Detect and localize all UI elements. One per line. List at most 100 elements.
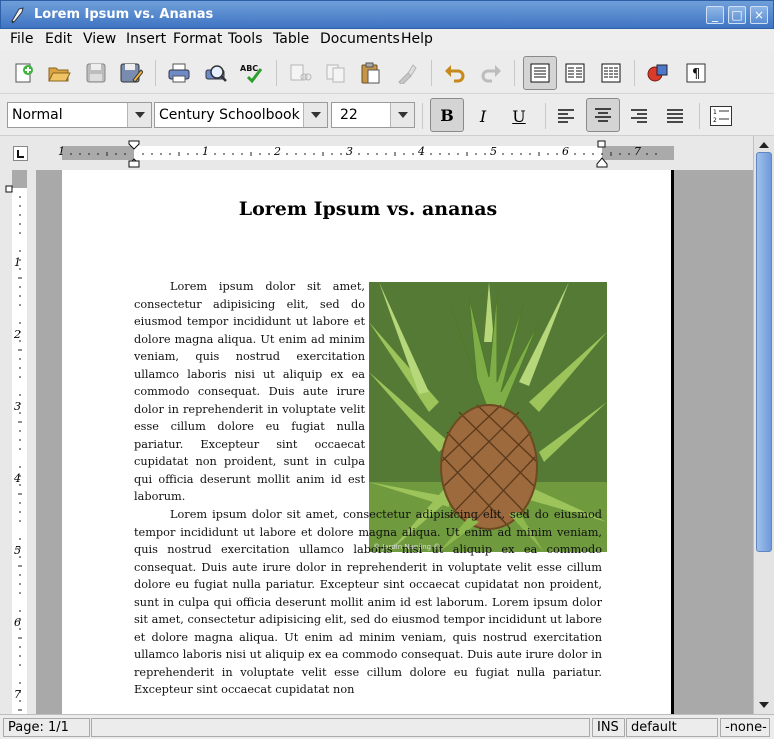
align-left-icon[interactable] xyxy=(553,103,579,129)
title-bar: Lorem Ipsum vs. Ananas _ □ × xyxy=(0,0,774,29)
menu-insert[interactable]: Insert xyxy=(126,31,166,47)
insert-object-icon[interactable] xyxy=(645,60,671,86)
ruler-number: 7 xyxy=(634,145,641,158)
menu-file[interactable]: File xyxy=(10,31,33,47)
status-message xyxy=(91,718,590,737)
menu-help[interactable]: Help xyxy=(401,31,433,47)
insert-mode[interactable]: INS xyxy=(592,718,625,737)
menu-view[interactable]: View xyxy=(83,31,116,47)
toolbar-separator xyxy=(155,60,156,86)
font-size-value: 22 xyxy=(340,107,358,123)
ruler-number: 1 xyxy=(202,145,209,158)
maximize-button[interactable]: □ xyxy=(728,6,746,24)
toolbar-separator xyxy=(545,103,546,129)
ruler-number: 5 xyxy=(490,145,497,158)
show-marks-icon[interactable]: ¶ xyxy=(683,60,709,86)
redo-icon[interactable] xyxy=(478,60,504,86)
ruler-number: 3 xyxy=(14,400,21,413)
style-select[interactable]: Normal xyxy=(7,102,152,128)
open-folder-icon[interactable] xyxy=(46,60,72,86)
chevron-down-icon[interactable] xyxy=(390,103,414,127)
document-page[interactable]: Lorem Ipsum vs. ananas Lorem ipsum dolor… xyxy=(62,170,674,714)
toolbar-separator xyxy=(514,60,515,86)
one-column-icon[interactable] xyxy=(523,56,557,90)
ruler-number: 3 xyxy=(346,145,353,158)
menu-format[interactable]: Format xyxy=(173,31,222,47)
underline-button[interactable]: U xyxy=(506,103,532,129)
ruler-number: 4 xyxy=(418,145,425,158)
undo-icon[interactable] xyxy=(442,60,468,86)
scrollbar-thumb[interactable] xyxy=(756,152,772,552)
status-bar: Page: 1/1 INS default -none- xyxy=(0,714,774,739)
window-title: Lorem Ipsum vs. Ananas xyxy=(34,7,214,22)
left-indent-marker[interactable] xyxy=(128,140,140,168)
bold-button[interactable]: B xyxy=(430,98,464,132)
ruler-number: 5 xyxy=(14,544,21,557)
toolbar-separator xyxy=(276,60,277,86)
print-preview-icon[interactable] xyxy=(203,60,229,86)
format-toolbar: Normal Century Schoolbook L 22 B I U 12 xyxy=(0,94,774,136)
italic-button[interactable]: I xyxy=(470,103,496,129)
horizontal-ruler: 1 1 2 3 4 5 6 7 xyxy=(0,136,774,170)
menu-edit[interactable]: Edit xyxy=(45,31,72,47)
ruler-number: 4 xyxy=(14,472,21,485)
ruler-number: 2 xyxy=(274,145,281,158)
toolbar-separator xyxy=(422,103,423,129)
menu-bar: File Edit View Insert Format Tools Table… xyxy=(0,29,774,51)
main-toolbar: ABC ¶ xyxy=(0,51,774,94)
save-disk-icon[interactable] xyxy=(83,60,109,86)
right-indent-marker[interactable] xyxy=(596,140,608,168)
tab-stop-selector[interactable] xyxy=(13,146,28,161)
paragraph-2-text: Lorem ipsum dolor sit amet, consectetur … xyxy=(134,508,602,696)
vertical-scrollbar[interactable] xyxy=(753,136,774,714)
chevron-down-icon[interactable] xyxy=(303,103,327,127)
ruler-number: 6 xyxy=(562,145,569,158)
align-justify-icon[interactable] xyxy=(662,103,688,129)
printer-icon[interactable] xyxy=(166,60,192,86)
spellcheck-icon[interactable]: ABC xyxy=(240,60,266,86)
font-size-select[interactable]: 22 xyxy=(331,102,415,128)
align-right-icon[interactable] xyxy=(626,103,652,129)
align-center-icon[interactable] xyxy=(586,98,620,132)
toolbar-separator xyxy=(634,60,635,86)
copy-icon[interactable] xyxy=(323,60,349,86)
page-indicator: Page: 1/1 xyxy=(3,718,90,737)
document-heading[interactable]: Lorem Ipsum vs. ananas xyxy=(62,198,674,220)
save-as-icon[interactable] xyxy=(118,60,144,86)
new-document-icon[interactable] xyxy=(11,60,37,86)
format-painter-icon[interactable] xyxy=(394,60,420,86)
top-margin-marker[interactable] xyxy=(5,185,13,193)
vertical-ruler-ticks xyxy=(18,196,22,711)
three-columns-icon[interactable] xyxy=(598,60,624,86)
ruler-ticks xyxy=(70,152,657,156)
document-canvas[interactable]: Lorem Ipsum vs. ananas Lorem ipsum dolor… xyxy=(36,170,753,714)
font-select[interactable]: Century Schoolbook L xyxy=(154,102,328,128)
chevron-down-icon[interactable] xyxy=(127,103,151,127)
svg-text:ABC: ABC xyxy=(240,64,258,73)
ruler-number: 1 xyxy=(58,145,65,158)
menu-tools[interactable]: Tools xyxy=(228,31,263,47)
numbered-list-icon[interactable]: 12 xyxy=(708,103,734,129)
font-value: Century Schoolbook L xyxy=(159,107,312,123)
svg-text:¶: ¶ xyxy=(692,67,700,82)
menu-table[interactable]: Table xyxy=(273,31,309,47)
ruler-number: 2 xyxy=(14,328,21,341)
style-indicator: -none- xyxy=(720,718,770,737)
vertical-ruler: 1 2 3 4 5 6 7 xyxy=(0,170,36,714)
svg-text:1: 1 xyxy=(713,109,717,116)
paragraph-2[interactable]: Lorem ipsum dolor sit amet, consectetur … xyxy=(134,506,602,714)
scroll-up-icon[interactable] xyxy=(755,137,773,153)
toolbar-separator xyxy=(699,103,700,129)
paragraph-1[interactable]: Lorem ipsum dolor sit amet, consectetur … xyxy=(134,278,365,506)
two-columns-icon[interactable] xyxy=(562,60,588,86)
app-quill-icon[interactable] xyxy=(9,6,27,24)
scroll-down-icon[interactable] xyxy=(755,697,773,713)
close-button[interactable]: × xyxy=(750,6,768,24)
paste-icon[interactable] xyxy=(358,60,384,86)
language-indicator[interactable]: default xyxy=(626,718,718,737)
cut-icon[interactable] xyxy=(287,60,313,86)
menu-documents[interactable]: Documents xyxy=(320,31,400,47)
minimize-button[interactable]: _ xyxy=(706,6,724,24)
ruler-number: 6 xyxy=(14,616,21,629)
style-value: Normal xyxy=(12,107,63,123)
